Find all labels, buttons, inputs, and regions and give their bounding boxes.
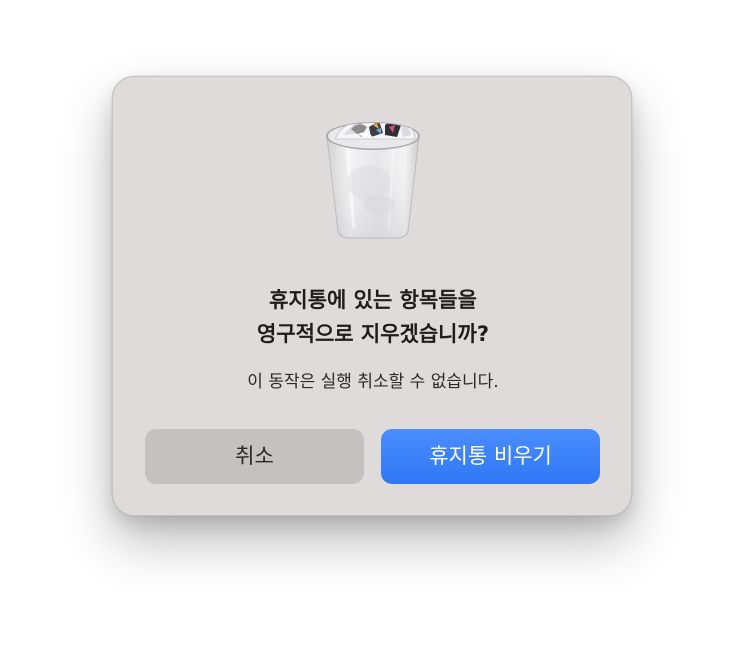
dialog-title-line-2: 영구적으로 지우겠습니까? [256,322,489,346]
trash-full-icon [321,113,425,243]
screen: 휴지통에 있는 항목들을 영구적으로 지우겠습니까? 이 동작은 실행 취소할 … [0,0,744,664]
dialog-title-line-1: 휴지통에 있는 항목들을 [269,288,477,312]
dialog-message: 이 동작은 실행 취소할 수 없습니다. [247,372,499,392]
empty-trash-button[interactable]: 휴지통 비우기 [381,429,600,484]
cancel-button[interactable]: 취소 [145,429,364,484]
empty-trash-dialog: 휴지통에 있는 항목들을 영구적으로 지우겠습니까? 이 동작은 실행 취소할 … [112,76,632,516]
